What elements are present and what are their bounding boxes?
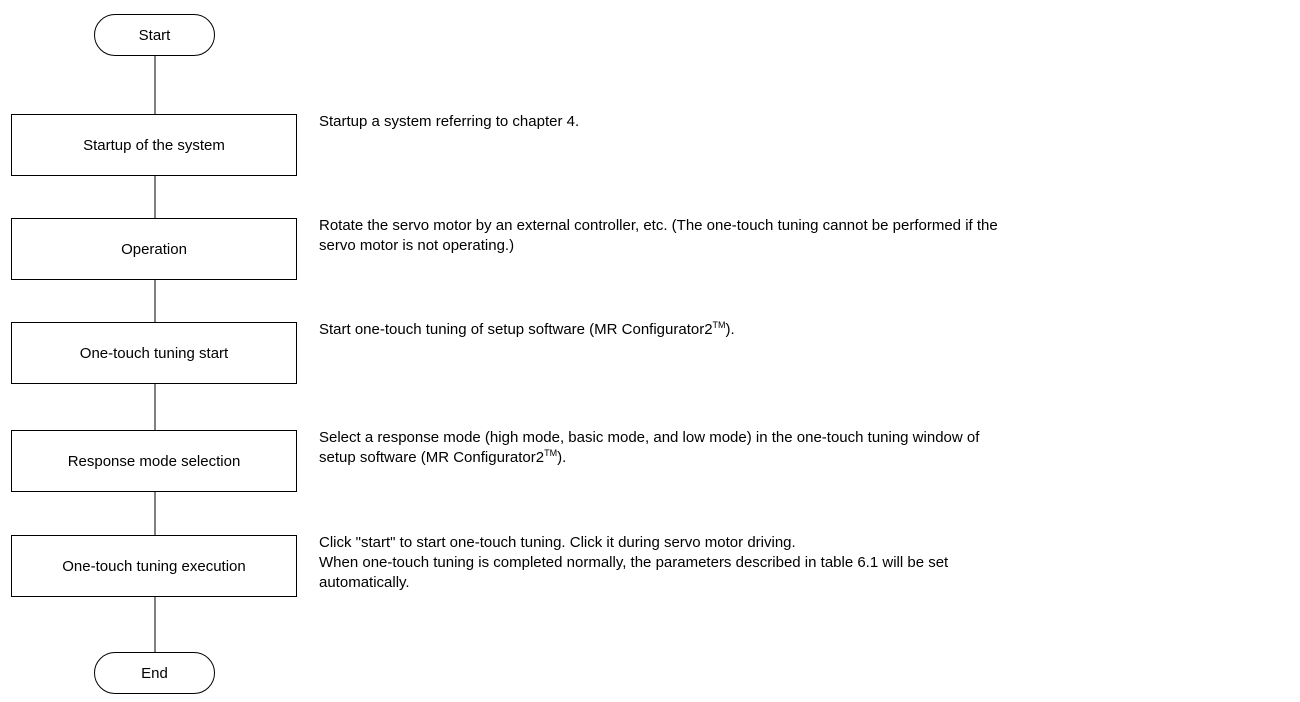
trademark-superscript: TM bbox=[544, 448, 558, 458]
step-startup-of-the-system: Startup of the system bbox=[11, 114, 297, 176]
step-label: Response mode selection bbox=[67, 452, 241, 470]
note-line: Start one-touch tuning of setup software… bbox=[319, 320, 735, 339]
step-response-mode-selection: Response mode selection bbox=[11, 430, 297, 492]
step-label: One-touch tuning execution bbox=[62, 557, 246, 575]
step-note-tuning-execution: Click "start" to start one-touch tuning.… bbox=[319, 533, 948, 593]
step-label: One-touch tuning start bbox=[79, 344, 229, 362]
step-note-operation: Rotate the servo motor by an external co… bbox=[319, 216, 998, 256]
end-label: End bbox=[141, 664, 168, 682]
step-label: Operation bbox=[121, 240, 187, 258]
end-terminal: End bbox=[94, 652, 215, 694]
step-note-response-mode: Select a response mode (high mode, basic… bbox=[319, 428, 979, 468]
start-terminal: Start bbox=[94, 14, 215, 56]
note-line: servo motor is not operating.) bbox=[319, 237, 515, 254]
note-line: Select a response mode (high mode, basic… bbox=[319, 429, 980, 446]
start-label: Start bbox=[138, 26, 171, 44]
step-note-tuning-start: Start one-touch tuning of setup software… bbox=[319, 320, 735, 340]
note-line: Startup a system referring to chapter 4. bbox=[319, 113, 580, 130]
note-line: setup software (MR Configurator2TM). bbox=[319, 448, 567, 467]
step-operation: Operation bbox=[11, 218, 297, 280]
trademark-superscript: TM bbox=[712, 320, 726, 330]
note-line: automatically. bbox=[319, 574, 410, 591]
step-one-touch-tuning-execution: One-touch tuning execution bbox=[11, 535, 297, 597]
note-line: Rotate the servo motor by an external co… bbox=[319, 217, 998, 234]
one-touch-tuning-flowchart: Start Startup of the system Startup a sy… bbox=[0, 0, 1300, 702]
step-label: Startup of the system bbox=[83, 136, 225, 154]
note-line: When one-touch tuning is completed norma… bbox=[319, 554, 949, 571]
note-line: Click "start" to start one-touch tuning.… bbox=[319, 534, 796, 551]
step-one-touch-tuning-start: One-touch tuning start bbox=[11, 322, 297, 384]
step-note-startup: Startup a system referring to chapter 4. bbox=[319, 112, 579, 132]
